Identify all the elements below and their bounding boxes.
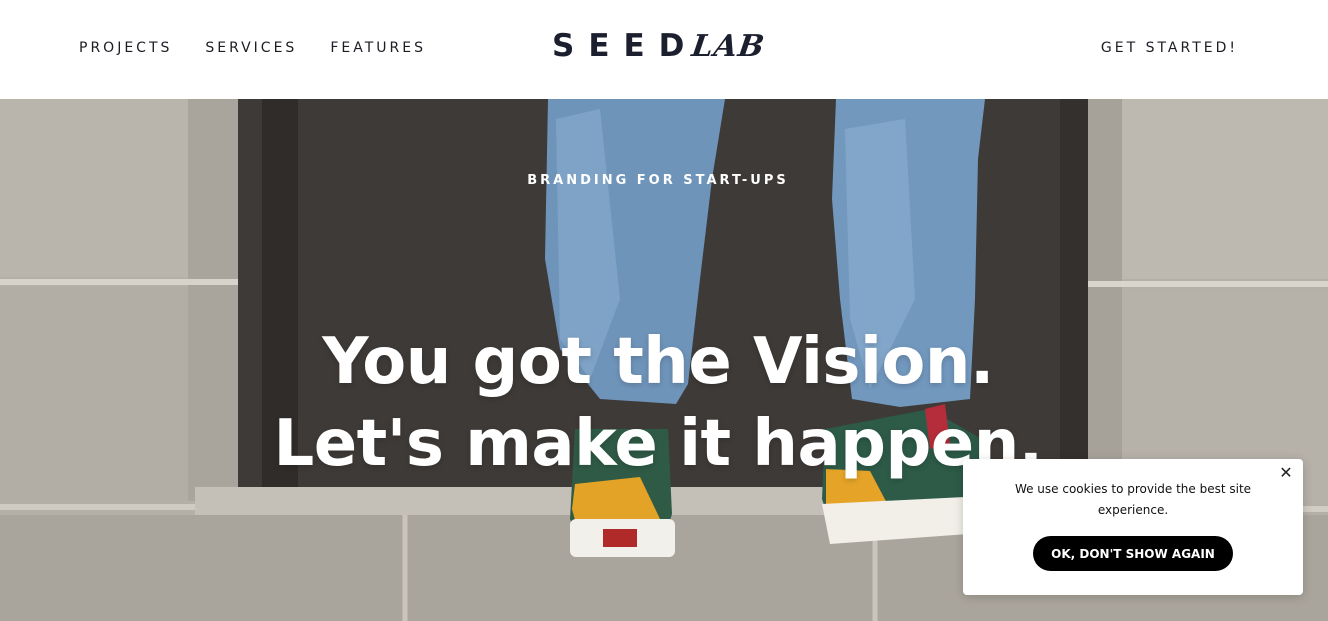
cookie-accept-button[interactable]: OK, DON'T SHOW AGAIN — [1033, 536, 1233, 571]
site-logo[interactable]: SEED LAB — [552, 28, 768, 68]
logo-text-lab: LAB — [689, 29, 768, 64]
nav-link-features[interactable]: FEATURES — [330, 40, 426, 56]
hero-eyebrow: BRANDING FOR START-UPS — [527, 173, 789, 188]
hero-headline-line1: You got the Vision. — [322, 325, 994, 399]
cookie-banner: ✕ We use cookies to provide the best sit… — [963, 459, 1303, 595]
get-started-link[interactable]: GET STARTED! — [1101, 40, 1238, 56]
logo-text-seed: SEED — [552, 28, 699, 64]
nav-link-projects[interactable]: PROJECTS — [79, 40, 172, 56]
main-nav: PROJECTS SERVICES FEATURES — [79, 40, 459, 56]
close-icon[interactable]: ✕ — [1277, 465, 1295, 483]
site-header: PROJECTS SERVICES FEATURES SEED LAB GET … — [0, 0, 1328, 99]
nav-link-services[interactable]: SERVICES — [205, 40, 297, 56]
cookie-message: We use cookies to provide the best site … — [1014, 482, 1252, 517]
